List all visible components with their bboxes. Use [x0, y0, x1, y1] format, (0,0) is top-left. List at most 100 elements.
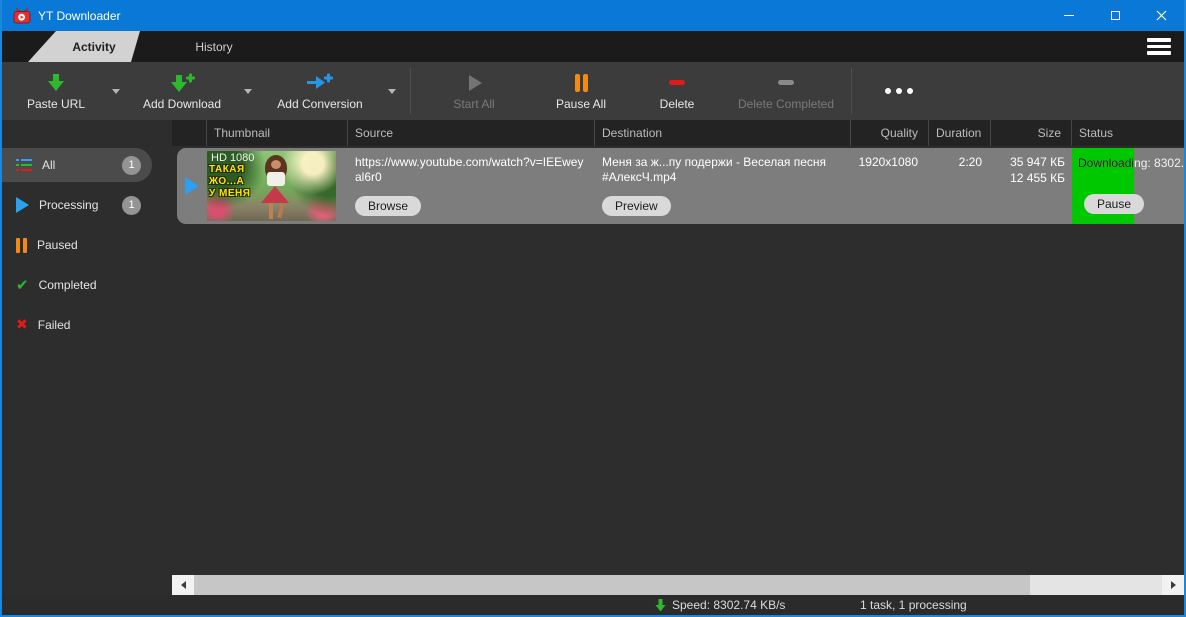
task-count-text: 1 task, 1 processing	[860, 598, 967, 612]
paste-url-dropdown[interactable]	[102, 64, 130, 118]
preview-button[interactable]: Preview	[602, 196, 671, 216]
thumbnail-caption: ТАКАЯ ЖО...А У МЕНЯ	[209, 164, 250, 200]
download-speed-icon	[655, 599, 666, 612]
scrollbar-filler	[2, 575, 172, 595]
pause-all-icon	[569, 72, 593, 94]
task-count: 1 task, 1 processing	[860, 595, 967, 615]
speed-indicator: Speed: 8302.74 KB/s	[655, 595, 785, 615]
tab-history-label: History	[195, 40, 232, 54]
delete-button[interactable]: Delete	[629, 64, 725, 118]
chevron-down-icon	[244, 89, 252, 94]
tab-history[interactable]: History	[140, 31, 288, 62]
sidebar-item-paused[interactable]: Paused	[2, 228, 152, 262]
add-download-dropdown[interactable]	[234, 64, 262, 118]
speed-text: Speed: 8302.74 KB/s	[672, 598, 785, 612]
maximize-icon	[1111, 11, 1120, 20]
paste-url-button[interactable]: Paste URL	[10, 64, 102, 118]
hamburger-icon	[1147, 38, 1171, 42]
video-thumbnail[interactable]: HD 1080 ТАКАЯ ЖО...А У МЕНЯ	[207, 151, 336, 221]
sidebar-item-label: Processing	[39, 198, 98, 212]
delete-completed-button[interactable]: Delete Completed	[725, 64, 847, 118]
source-url: https://www.youtube.com/watch?v=IEEweyal…	[355, 155, 586, 186]
delete-completed-icon	[774, 72, 798, 94]
add-conversion-label: Add Conversion	[277, 97, 362, 111]
pause-all-button[interactable]: Pause All	[533, 64, 629, 118]
size-downloaded: 12 455 КБ	[990, 171, 1065, 187]
sidebar-item-completed[interactable]: ✔ Completed	[2, 268, 152, 302]
table-header: Thumbnail Source Destination Quality Dur…	[172, 120, 1184, 146]
sidebar-item-label: Failed	[38, 318, 71, 332]
arrow-right-icon	[1171, 581, 1176, 589]
browse-button[interactable]: Browse	[355, 196, 421, 216]
column-header-quality[interactable]: Quality	[850, 120, 928, 146]
status-cell: Downloading: 8302.74 Downloading: 8302.7…	[1071, 148, 1184, 224]
minimize-icon	[1064, 15, 1074, 16]
add-download-label: Add Download	[143, 97, 221, 111]
delete-label: Delete	[660, 97, 695, 111]
add-conversion-dropdown[interactable]	[378, 64, 406, 118]
add-conversion-button[interactable]: Add Conversion	[262, 64, 378, 118]
status-bar: Speed: 8302.74 KB/s 1 task, 1 processing	[2, 595, 1184, 615]
row-state-cell	[177, 148, 207, 224]
sidebar-item-all[interactable]: All 1	[2, 148, 152, 182]
scrollbar-track[interactable]	[1030, 575, 1162, 595]
add-conversion-icon	[305, 72, 335, 94]
menu-button[interactable]	[1147, 38, 1171, 55]
column-header-thumbnail[interactable]: Thumbnail	[206, 120, 347, 146]
horizontal-scrollbar[interactable]	[172, 575, 1184, 595]
start-all-label: Start All	[453, 97, 494, 111]
column-header-destination[interactable]: Destination	[594, 120, 850, 146]
column-header-size[interactable]: Size	[990, 120, 1071, 146]
column-header-state	[172, 120, 206, 146]
sidebar-item-processing[interactable]: Processing 1	[2, 188, 152, 222]
close-button[interactable]	[1138, 0, 1184, 31]
arrow-left-icon	[181, 581, 186, 589]
scrollbar-thumb[interactable]	[194, 575, 1030, 595]
column-header-source[interactable]: Source	[347, 120, 594, 146]
minimize-button[interactable]	[1046, 0, 1092, 31]
maximize-button[interactable]	[1092, 0, 1138, 31]
list-all-icon	[16, 159, 32, 172]
sidebar-item-failed[interactable]: ✖ Failed	[2, 308, 152, 342]
scroll-right-button[interactable]	[1162, 575, 1184, 595]
more-actions-button[interactable]	[864, 64, 934, 118]
column-header-status[interactable]: Status	[1071, 120, 1184, 146]
close-icon	[1156, 10, 1167, 21]
toolbar-separator	[410, 68, 411, 114]
toolbar-separator	[851, 68, 852, 114]
count-badge: 1	[122, 156, 141, 175]
table-body: HD 1080 ТАКАЯ ЖО...А У МЕНЯ https://www.…	[172, 146, 1184, 575]
chevron-down-icon	[112, 89, 120, 94]
size-cell: 35 947 КБ 12 455 КБ	[990, 148, 1071, 224]
pause-icon	[16, 238, 27, 253]
toolbar: Paste URL Add Download Add	[2, 62, 1184, 120]
column-header-duration[interactable]: Duration	[928, 120, 990, 146]
add-download-button[interactable]: Add Download	[130, 64, 234, 118]
table-row[interactable]: HD 1080 ТАКАЯ ЖО...А У МЕНЯ https://www.…	[177, 148, 1184, 224]
app-logo-icon	[13, 8, 31, 24]
tab-activity-label: Activity	[72, 40, 115, 54]
add-download-icon	[168, 72, 196, 94]
duration-cell: 2:20	[928, 148, 990, 224]
main-area: All 1 Processing 1 Paused ✔ Completed ✖ …	[2, 120, 1184, 575]
start-all-button[interactable]: Start All	[415, 64, 533, 118]
count-badge: 1	[122, 196, 141, 215]
delete-icon	[665, 72, 689, 94]
destination-filename: Меня за ж...пу подержи - Веселая песня #…	[602, 155, 842, 186]
pause-button[interactable]: Pause	[1084, 194, 1144, 214]
chevron-down-icon	[388, 89, 396, 94]
sidebar-item-label: All	[42, 158, 55, 172]
sidebar: All 1 Processing 1 Paused ✔ Completed ✖ …	[2, 120, 172, 575]
scroll-left-button[interactable]	[172, 575, 194, 595]
quality-badge: HD 1080	[211, 152, 254, 164]
check-icon: ✔	[16, 276, 29, 294]
sidebar-item-label: Paused	[37, 238, 78, 252]
paste-url-icon	[43, 72, 69, 94]
title-bar: YT Downloader	[2, 0, 1184, 31]
paste-url-label: Paste URL	[27, 97, 85, 111]
tab-activity[interactable]: Activity	[28, 31, 140, 62]
window-title: YT Downloader	[38, 9, 121, 23]
destination-cell: Меня за ж...пу подержи - Веселая песня #…	[594, 148, 850, 224]
size-total: 35 947 КБ	[990, 155, 1065, 171]
scrollbar-row	[2, 575, 1184, 595]
